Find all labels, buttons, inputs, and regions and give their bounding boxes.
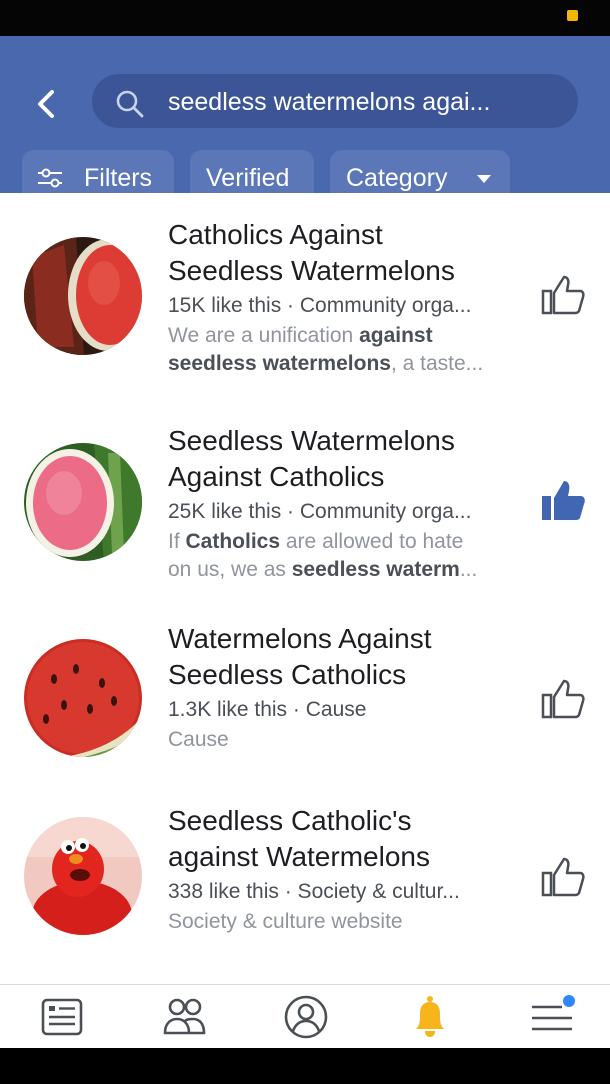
result-title-line-2[interactable]: against Watermelons [168,839,528,875]
result-title-line-2[interactable]: Seedless Watermelons [168,253,528,289]
result-avatar[interactable] [24,639,142,757]
watermelon-image [24,443,142,561]
desc-highlight: seedless waterm [291,558,460,581]
bottom-tab-bar [0,984,610,1049]
result-item[interactable]: Seedless Watermelons Against Catholics 2… [0,419,610,599]
red-puppet-image [24,817,142,935]
notifications-bell-icon[interactable] [406,993,454,1041]
watermelon-image [24,639,142,757]
news-feed-icon[interactable] [38,993,86,1041]
desc-text: We are a unification [168,324,360,347]
result-title-line-2[interactable]: Seedless Catholics [168,657,528,693]
menu-icon[interactable] [528,993,576,1041]
result-description-line-2: seedless watermelons, a taste... [168,349,538,378]
result-title-line-1[interactable]: Seedless Watermelons [168,423,528,459]
result-avatar[interactable] [24,817,142,935]
like-filled-icon[interactable] [540,477,588,525]
result-description-line-2: on us, we as seedless waterm... [168,555,538,584]
result-item[interactable]: Watermelons Against Seedless Catholics 1… [0,623,610,785]
result-title-line-2[interactable]: Against Catholics [168,459,528,495]
like-outline-icon[interactable] [540,853,588,901]
result-avatar[interactable] [24,237,142,355]
search-icon [116,90,144,118]
friends-icon[interactable] [160,993,208,1041]
status-indicator [567,10,578,21]
result-title-line-1[interactable]: Watermelons Against [168,621,528,657]
bottom-edge [0,1048,610,1084]
chevron-down-icon [477,175,491,183]
result-meta: 15K like this · Community orga... [168,294,472,317]
like-outline-icon[interactable] [540,675,588,723]
result-description-line-1: We are a unification against [168,321,538,350]
desc-highlight: against [359,324,433,347]
result-meta: 25K like this · Community orga... [168,500,472,523]
desc-text: on us, we as [168,558,292,581]
desc-text: , a taste... [390,352,484,375]
desc-text: are allowed to hate [280,530,464,553]
like-outline-icon[interactable] [540,271,588,319]
result-description: Society & culture website [168,910,403,933]
result-avatar[interactable] [24,443,142,561]
search-query[interactable]: seedless watermelons agai... [168,85,558,119]
result-meta: 338 like this · Society & cultur... [168,880,460,903]
back-icon[interactable] [28,86,64,122]
result-title-line-1[interactable]: Seedless Catholic's [168,803,528,839]
result-title-line-1[interactable]: Catholics Against [168,217,528,253]
status-bar [0,0,610,36]
desc-highlight: seedless watermelons [168,352,391,375]
filters-icon [38,168,62,188]
desc-text: If [168,530,186,553]
profile-icon[interactable] [282,993,330,1041]
desc-text: ... [459,558,478,581]
result-item[interactable]: Catholics Against Seedless Watermelons 1… [0,213,610,393]
desc-highlight: Catholics [185,530,281,553]
result-meta: 1.3K like this · Cause [168,698,367,721]
result-description-line-1: If Catholics are allowed to hate [168,527,538,556]
result-item[interactable]: Seedless Catholic's against Watermelons … [0,805,610,967]
result-description: Cause [168,728,229,751]
search-results-list: Catholics Against Seedless Watermelons 1… [0,193,610,984]
watermelon-image [24,237,142,355]
search-header: seedless watermelons agai... Filters Ver… [0,36,610,206]
